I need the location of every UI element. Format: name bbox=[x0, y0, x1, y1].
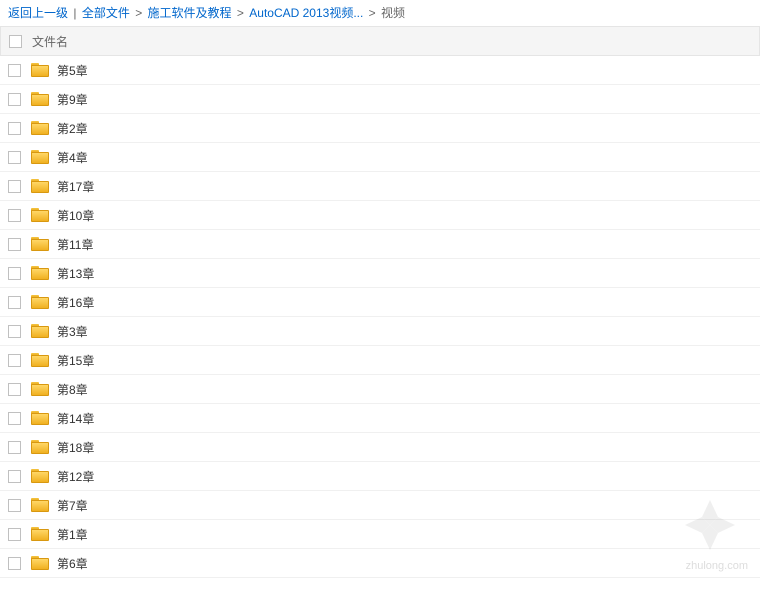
breadcrumb-link-2[interactable]: AutoCAD 2013视频... bbox=[249, 6, 363, 20]
file-name[interactable]: 第17章 bbox=[57, 178, 94, 195]
folder-icon bbox=[31, 237, 49, 251]
breadcrumb-current: 视频 bbox=[381, 6, 405, 20]
folder-icon bbox=[31, 295, 49, 309]
file-name[interactable]: 第18章 bbox=[57, 439, 94, 456]
file-row[interactable]: 第12章 bbox=[0, 462, 760, 491]
file-name[interactable]: 第3章 bbox=[57, 323, 88, 340]
breadcrumb-sep: > bbox=[135, 6, 142, 20]
file-name[interactable]: 第7章 bbox=[57, 497, 88, 514]
folder-icon bbox=[31, 382, 49, 396]
folder-icon bbox=[31, 150, 49, 164]
file-row[interactable]: 第1章 bbox=[0, 520, 760, 549]
file-row[interactable]: 第11章 bbox=[0, 230, 760, 259]
folder-icon bbox=[31, 179, 49, 193]
file-row[interactable]: 第15章 bbox=[0, 346, 760, 375]
breadcrumb-sep: > bbox=[237, 6, 244, 20]
file-name[interactable]: 第15章 bbox=[57, 352, 94, 369]
folder-icon bbox=[31, 527, 49, 541]
folder-icon bbox=[31, 324, 49, 338]
row-checkbox[interactable] bbox=[8, 209, 21, 222]
file-list: 第5章第9章第2章第4章第17章第10章第11章第13章第16章第3章第15章第… bbox=[0, 56, 760, 578]
file-name[interactable]: 第12章 bbox=[57, 468, 94, 485]
folder-icon bbox=[31, 208, 49, 222]
folder-icon bbox=[31, 121, 49, 135]
row-checkbox[interactable] bbox=[8, 296, 21, 309]
file-row[interactable]: 第4章 bbox=[0, 143, 760, 172]
file-name[interactable]: 第4章 bbox=[57, 149, 88, 166]
folder-icon bbox=[31, 411, 49, 425]
breadcrumb-divider: | bbox=[73, 6, 76, 20]
file-row[interactable]: 第2章 bbox=[0, 114, 760, 143]
folder-icon bbox=[31, 556, 49, 570]
row-checkbox[interactable] bbox=[8, 238, 21, 251]
breadcrumb: 返回上一级 | 全部文件 > 施工软件及教程 > AutoCAD 2013视频.… bbox=[0, 0, 760, 26]
folder-icon bbox=[31, 63, 49, 77]
file-name[interactable]: 第11章 bbox=[57, 236, 93, 253]
row-checkbox[interactable] bbox=[8, 470, 21, 483]
row-checkbox[interactable] bbox=[8, 180, 21, 193]
row-checkbox[interactable] bbox=[8, 93, 21, 106]
file-name[interactable]: 第9章 bbox=[57, 91, 88, 108]
row-checkbox[interactable] bbox=[8, 383, 21, 396]
column-filename[interactable]: 文件名 bbox=[32, 33, 68, 50]
row-checkbox[interactable] bbox=[8, 528, 21, 541]
file-name[interactable]: 第13章 bbox=[57, 265, 94, 282]
folder-icon bbox=[31, 440, 49, 454]
file-row[interactable]: 第14章 bbox=[0, 404, 760, 433]
row-checkbox[interactable] bbox=[8, 557, 21, 570]
file-name[interactable]: 第2章 bbox=[57, 120, 88, 137]
file-name[interactable]: 第16章 bbox=[57, 294, 94, 311]
row-checkbox[interactable] bbox=[8, 412, 21, 425]
file-name[interactable]: 第10章 bbox=[57, 207, 94, 224]
breadcrumb-back-link[interactable]: 返回上一级 bbox=[8, 6, 68, 20]
file-name[interactable]: 第8章 bbox=[57, 381, 88, 398]
row-checkbox[interactable] bbox=[8, 441, 21, 454]
file-row[interactable]: 第13章 bbox=[0, 259, 760, 288]
file-row[interactable]: 第10章 bbox=[0, 201, 760, 230]
row-checkbox[interactable] bbox=[8, 354, 21, 367]
folder-icon bbox=[31, 92, 49, 106]
file-row[interactable]: 第16章 bbox=[0, 288, 760, 317]
folder-icon bbox=[31, 498, 49, 512]
row-checkbox[interactable] bbox=[8, 499, 21, 512]
file-row[interactable]: 第8章 bbox=[0, 375, 760, 404]
row-checkbox[interactable] bbox=[8, 122, 21, 135]
file-name[interactable]: 第6章 bbox=[57, 555, 88, 572]
list-header: 文件名 bbox=[0, 26, 760, 56]
folder-icon bbox=[31, 353, 49, 367]
file-row[interactable]: 第7章 bbox=[0, 491, 760, 520]
row-checkbox[interactable] bbox=[8, 64, 21, 77]
file-row[interactable]: 第18章 bbox=[0, 433, 760, 462]
breadcrumb-link-1[interactable]: 施工软件及教程 bbox=[148, 6, 232, 20]
file-name[interactable]: 第5章 bbox=[57, 62, 88, 79]
file-name[interactable]: 第1章 bbox=[57, 526, 88, 543]
select-all-checkbox[interactable] bbox=[9, 35, 22, 48]
folder-icon bbox=[31, 266, 49, 280]
file-row[interactable]: 第3章 bbox=[0, 317, 760, 346]
file-row[interactable]: 第17章 bbox=[0, 172, 760, 201]
folder-icon bbox=[31, 469, 49, 483]
file-row[interactable]: 第5章 bbox=[0, 56, 760, 85]
breadcrumb-sep: > bbox=[369, 6, 376, 20]
row-checkbox[interactable] bbox=[8, 325, 21, 338]
row-checkbox[interactable] bbox=[8, 267, 21, 280]
row-checkbox[interactable] bbox=[8, 151, 21, 164]
file-row[interactable]: 第9章 bbox=[0, 85, 760, 114]
file-name[interactable]: 第14章 bbox=[57, 410, 94, 427]
breadcrumb-link-0[interactable]: 全部文件 bbox=[82, 6, 130, 20]
file-row[interactable]: 第6章 bbox=[0, 549, 760, 578]
